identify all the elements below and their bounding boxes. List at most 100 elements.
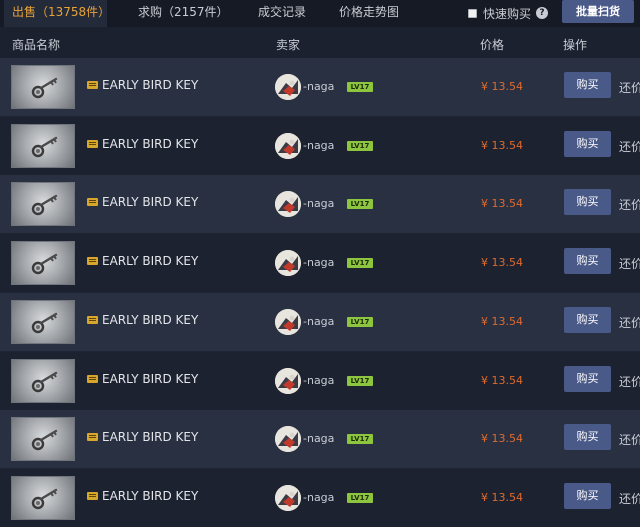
item-name[interactable]: EARLY BIRD KEY — [102, 137, 198, 151]
item-tag-icon — [87, 316, 98, 324]
item-tag-icon — [87, 198, 98, 206]
seller-name[interactable]: -naga — [303, 80, 334, 93]
seller-name[interactable]: -naga — [303, 432, 334, 445]
table-row: EARLY BIRD KEY -naga LV17 ¥ 13.54 购买 还价 — [0, 234, 640, 292]
seller-name[interactable]: -naga — [303, 374, 334, 387]
quick-buy-toggle[interactable]: 快速购买 ? — [468, 5, 549, 21]
item-name[interactable]: EARLY BIRD KEY — [102, 195, 198, 209]
buy-button[interactable]: 购买 — [564, 307, 611, 333]
tab-selling[interactable]: 出售（13758件） — [4, 0, 110, 27]
seller-name[interactable]: -naga — [303, 197, 334, 210]
item-price: ¥ 13.54 — [481, 432, 523, 445]
column-header-seller: 卖家 — [276, 38, 301, 52]
buy-button[interactable]: 购买 — [564, 189, 611, 215]
seller-avatar-image — [275, 133, 301, 159]
seller-name[interactable]: -naga — [303, 315, 334, 328]
buy-button[interactable]: 购买 — [564, 366, 611, 392]
help-icon[interactable]: ? — [536, 7, 549, 19]
seller-avatar[interactable] — [275, 485, 301, 511]
item-name[interactable]: EARLY BIRD KEY — [102, 313, 198, 327]
item-name[interactable]: EARLY BIRD KEY — [102, 430, 198, 444]
column-header-action: 操作 — [563, 38, 588, 52]
item-image[interactable] — [11, 241, 75, 285]
item-price: ¥ 13.54 — [481, 139, 523, 152]
quick-buy-label: 快速购买 — [483, 6, 532, 21]
seller-avatar-image — [275, 74, 301, 100]
seller-name[interactable]: -naga — [303, 491, 334, 504]
seller-level-badge: LV17 — [347, 199, 373, 209]
table-row: EARLY BIRD KEY -naga LV17 ¥ 13.54 购买 还价 — [0, 58, 640, 116]
seller-level-badge: LV17 — [347, 82, 373, 92]
column-header-price: 价格 — [480, 38, 505, 52]
counter-offer-button[interactable]: 还价 — [619, 79, 640, 96]
item-tag-icon — [87, 81, 98, 89]
counter-offer-button[interactable]: 还价 — [619, 255, 640, 272]
counter-offer-button[interactable]: 还价 — [619, 314, 640, 331]
key-item-icon — [31, 488, 58, 510]
item-name[interactable]: EARLY BIRD KEY — [102, 78, 198, 92]
table-row: EARLY BIRD KEY -naga LV17 ¥ 13.54 购买 还价 — [0, 410, 640, 468]
tab-buy-orders[interactable]: 求购（2157件） — [138, 0, 229, 27]
counter-offer-button[interactable]: 还价 — [619, 196, 640, 213]
counter-offer-button[interactable]: 还价 — [619, 490, 640, 507]
seller-name[interactable]: -naga — [303, 139, 334, 152]
seller-avatar-image — [275, 368, 301, 394]
seller-avatar[interactable] — [275, 309, 301, 335]
item-tag-icon — [87, 140, 98, 148]
item-image[interactable] — [11, 300, 75, 344]
seller-avatar[interactable] — [275, 74, 301, 100]
seller-avatar-image — [275, 191, 301, 217]
item-name[interactable]: EARLY BIRD KEY — [102, 254, 198, 268]
key-item-icon — [31, 429, 58, 451]
buy-button[interactable]: 购买 — [564, 483, 611, 509]
table-row: EARLY BIRD KEY -naga LV17 ¥ 13.54 购买 还价 — [0, 117, 640, 175]
table-row: EARLY BIRD KEY -naga LV17 ¥ 13.54 购买 还价 — [0, 469, 640, 527]
key-item-icon — [31, 136, 58, 158]
buy-button[interactable]: 购买 — [564, 131, 611, 157]
seller-level-badge: LV17 — [347, 317, 373, 327]
seller-level-badge: LV17 — [347, 376, 373, 386]
tab-bar: 出售（13758件） 求购（2157件） 成交记录 价格走势图 快速购买 ? 批… — [0, 0, 640, 27]
seller-avatar[interactable] — [275, 191, 301, 217]
seller-avatar[interactable] — [275, 250, 301, 276]
buy-button[interactable]: 购买 — [564, 248, 611, 274]
item-price: ¥ 13.54 — [481, 491, 523, 504]
counter-offer-button[interactable]: 还价 — [619, 431, 640, 448]
item-price: ¥ 13.54 — [481, 80, 523, 93]
seller-name[interactable]: -naga — [303, 256, 334, 269]
item-image[interactable] — [11, 124, 75, 168]
tab-trade-history[interactable]: 成交记录 — [258, 0, 306, 27]
item-image[interactable] — [11, 417, 75, 461]
item-image[interactable] — [11, 65, 75, 109]
key-item-icon — [31, 194, 58, 216]
item-tag-icon — [87, 257, 98, 265]
counter-offer-button[interactable]: 还价 — [619, 373, 640, 390]
table-row: EARLY BIRD KEY -naga LV17 ¥ 13.54 购买 还价 — [0, 175, 640, 233]
table-row: EARLY BIRD KEY -naga LV17 ¥ 13.54 购买 还价 — [0, 352, 640, 410]
item-image[interactable] — [11, 476, 75, 520]
item-tag-icon — [87, 492, 98, 500]
counter-offer-button[interactable]: 还价 — [619, 138, 640, 155]
item-image[interactable] — [11, 359, 75, 403]
seller-avatar[interactable] — [275, 426, 301, 452]
tab-price-trend[interactable]: 价格走势图 — [339, 0, 399, 27]
seller-avatar-image — [275, 426, 301, 452]
item-image[interactable] — [11, 182, 75, 226]
item-name[interactable]: EARLY BIRD KEY — [102, 372, 198, 386]
item-price: ¥ 13.54 — [481, 197, 523, 210]
seller-level-badge: LV17 — [347, 434, 373, 444]
item-name[interactable]: EARLY BIRD KEY — [102, 489, 198, 503]
buy-button[interactable]: 购买 — [564, 72, 611, 98]
seller-avatar-image — [275, 250, 301, 276]
seller-level-badge: LV17 — [347, 493, 373, 503]
item-tag-icon — [87, 433, 98, 441]
seller-avatar[interactable] — [275, 368, 301, 394]
quick-buy-checkbox[interactable] — [468, 8, 477, 18]
seller-level-badge: LV17 — [347, 141, 373, 151]
buy-button[interactable]: 购买 — [564, 424, 611, 450]
key-item-icon — [31, 312, 58, 334]
bulk-buy-button[interactable]: 批量扫货 — [562, 0, 634, 23]
seller-avatar[interactable] — [275, 133, 301, 159]
table-header: 商品名称 卖家 价格 操作 — [0, 27, 640, 58]
item-price: ¥ 13.54 — [481, 315, 523, 328]
